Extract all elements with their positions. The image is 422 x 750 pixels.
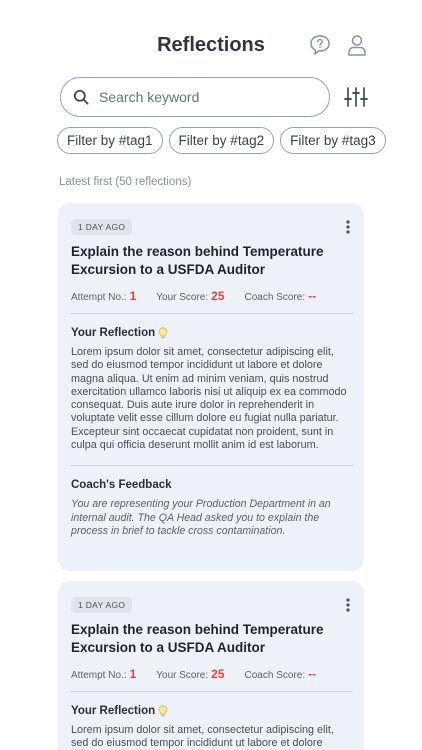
card-title: Explain the reason behind Temperature Ex… <box>71 244 324 277</box>
your-score-label: Your Score: <box>156 292 209 303</box>
score-row: Attempt No.: 1 Your Score: 25 Coach Score:… <box>71 289 352 303</box>
your-score-value: 25 <box>211 289 225 303</box>
divider <box>71 465 353 467</box>
coach-score-item: Coach Score: -- <box>245 667 317 681</box>
search-bar[interactable] <box>60 77 330 117</box>
more-vertical-icon[interactable] <box>345 597 351 613</box>
attempt-label: Attempt No.: <box>71 670 127 681</box>
search-icon <box>73 89 89 105</box>
divider <box>71 691 353 692</box>
your-score-item: Your Score: 25 <box>156 667 224 681</box>
filter-chip-tag1[interactable]: Filter by #tag1 <box>57 127 163 154</box>
reflection-heading-label: Your Reflection <box>71 327 156 339</box>
app-header: Reflections <box>0 0 422 80</box>
coach-score-value: -- <box>308 289 317 303</box>
reflection-text: Lorem ipsum dolor sit amet, consectetur … <box>71 724 334 750</box>
attempt-value: 1 <box>129 289 137 303</box>
filter-chip-tag3[interactable]: Filter by #tag3 <box>280 127 386 154</box>
divider <box>71 313 353 314</box>
more-vertical-icon[interactable] <box>345 219 351 235</box>
reflection-text: Lorem ipsum dolor sit amet, consectetur … <box>71 346 347 452</box>
user-profile-icon[interactable] <box>346 34 368 56</box>
time-badge: 1 DAY AGO <box>71 597 133 613</box>
reflection-card[interactable]: 1 DAY AGO Explain the reason behind Temp… <box>58 203 364 571</box>
score-row: Attempt No.: 1 Your Score: 25 Coach Score:… <box>71 667 352 681</box>
reflection-heading: Your Reflection <box>71 705 352 717</box>
feedback-text: You are representing your Production Dep… <box>71 498 331 537</box>
attempt-item: Attempt No.: 1 <box>71 289 136 303</box>
your-score-item: Your Score: 25 <box>156 289 224 303</box>
attempt-value: 1 <box>129 667 137 681</box>
time-badge: 1 DAY AGO <box>71 219 133 235</box>
coach-score-label: Coach Score: <box>244 670 306 681</box>
reflection-card[interactable]: 1 DAY AGO Explain the reason behind Temp… <box>58 581 364 750</box>
attempt-label: Attempt No.: <box>71 292 127 303</box>
reflection-heading: Your Reflection <box>71 327 352 339</box>
sliders-filter-icon[interactable] <box>344 86 368 108</box>
card-title: Explain the reason behind Temperature Ex… <box>71 622 324 655</box>
feedback-heading: Coach's Feedback <box>71 479 172 492</box>
reflection-heading-label: Your Reflection <box>71 705 156 717</box>
coach-score-item: Coach Score: -- <box>245 289 317 303</box>
lightbulb-icon <box>158 705 168 717</box>
coach-score-value: -- <box>308 667 317 681</box>
your-score-label: Your Score: <box>156 670 209 681</box>
coach-score-label: Coach Score: <box>244 292 306 303</box>
lightbulb-icon <box>158 327 168 339</box>
your-score-value: 25 <box>211 667 225 681</box>
sort-summary: Latest first (50 reflections) <box>59 176 192 188</box>
search-input[interactable] <box>99 89 299 105</box>
attempt-item: Attempt No.: 1 <box>71 667 136 681</box>
filter-chip-tag2[interactable]: Filter by #tag2 <box>168 127 275 154</box>
help-question-icon[interactable] <box>309 34 331 56</box>
filter-chip-row: Filter by #tag1 Filter by #tag2 Filter by … <box>57 127 422 155</box>
